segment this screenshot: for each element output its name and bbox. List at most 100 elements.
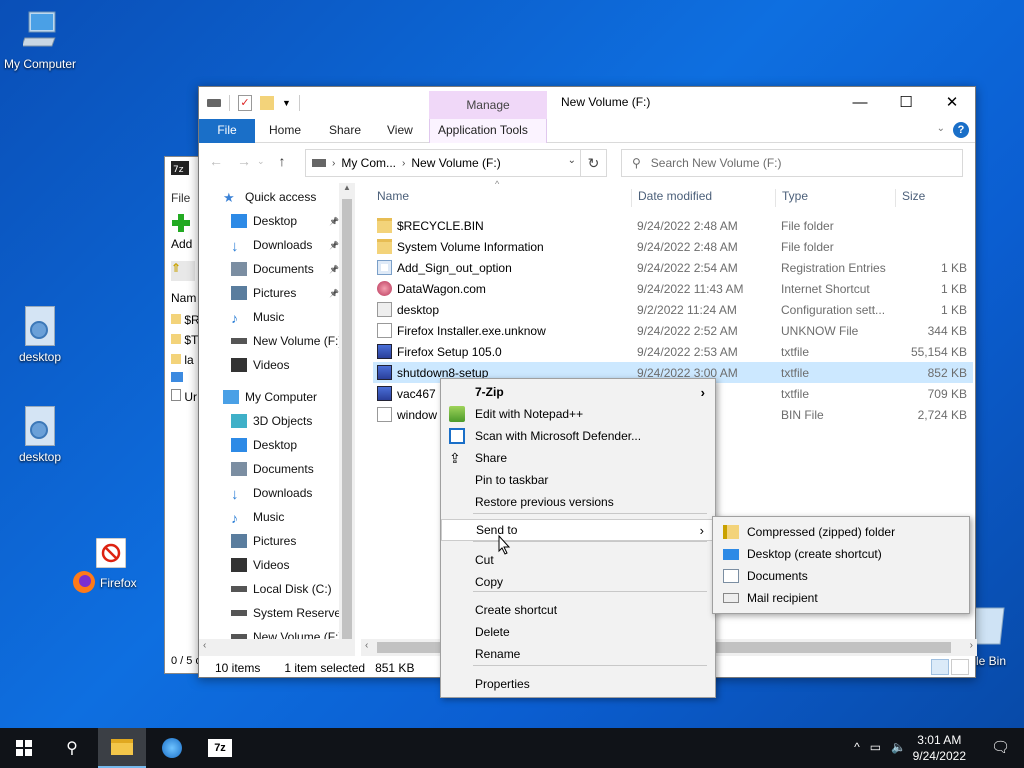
nav-item[interactable]: Videos xyxy=(231,353,289,377)
nav-item[interactable]: Documents 📌 xyxy=(231,257,339,281)
7zip-row[interactable]: Ur xyxy=(171,389,197,404)
nav-item[interactable]: Pictures 📌 xyxy=(231,281,339,305)
file-row[interactable]: Add_Sign_out_option 9/24/2022 2:54 AM Regi… xyxy=(373,257,973,278)
tab-file[interactable]: File xyxy=(199,119,255,143)
drive-icon[interactable] xyxy=(207,99,221,107)
7zip-row[interactable]: $T xyxy=(171,333,198,347)
send-to-item[interactable]: Desktop (create shortcut) xyxy=(713,543,969,565)
maximize-icon[interactable]: ☐ xyxy=(883,87,929,117)
file-row[interactable]: Firefox Installer.exe.unknow 9/24/2022 2:… xyxy=(373,320,973,341)
new-folder-icon[interactable] xyxy=(260,96,274,110)
context-menu-item[interactable]: Pin to taskbar xyxy=(441,469,715,491)
nav-item[interactable]: ↓ Downloads xyxy=(231,481,312,505)
network-icon[interactable]: ▭ xyxy=(870,740,881,754)
scroll-up-icon[interactable]: ▲ xyxy=(339,183,355,192)
minimize-icon[interactable]: — xyxy=(837,87,883,117)
nav-item[interactable]: System Reserved xyxy=(231,601,348,625)
tab-home[interactable]: Home xyxy=(261,119,309,143)
nav-item[interactable]: ↓ Downloads 📌 xyxy=(231,233,339,257)
context-menu-item[interactable]: Cut xyxy=(441,549,715,571)
chevron-up-icon[interactable]: ^ xyxy=(854,740,860,754)
nav-item[interactable]: Videos xyxy=(231,553,289,577)
desktop-icon-desktop-ini-2[interactable]: desktop xyxy=(0,406,80,464)
taskbar-7zip[interactable]: 7z xyxy=(196,728,244,768)
pin-icon[interactable]: 📌 xyxy=(329,241,339,250)
context-menu-item[interactable]: Create shortcut xyxy=(441,599,715,621)
file-row[interactable]: Firefox Setup 105.0 9/24/2022 2:53 AM txtf… xyxy=(373,341,973,362)
context-menu-item[interactable]: Delete xyxy=(441,621,715,643)
tab-application-tools[interactable]: Application Tools xyxy=(429,119,547,143)
context-menu-item[interactable]: Rename xyxy=(441,643,715,665)
7zip-add-label[interactable]: Add xyxy=(171,237,192,251)
7zip-row[interactable] xyxy=(171,371,183,385)
send-to-submenu[interactable]: Compressed (zipped) folder Desktop (creat… xyxy=(712,516,970,614)
nav-item[interactable]: My Computer xyxy=(223,385,317,409)
nav-item[interactable]: 3D Objects xyxy=(231,409,312,433)
nav-item[interactable]: Pictures xyxy=(231,529,296,553)
chevron-right-icon[interactable]: › xyxy=(402,158,405,169)
context-menu[interactable]: 7-Zip › Edit with Notepad++ Scan with Micro… xyxy=(440,378,716,698)
context-menu-item[interactable]: ⇪ Share xyxy=(441,447,715,469)
send-to-item[interactable]: Documents xyxy=(713,565,969,587)
volume-icon[interactable]: 🔈 xyxy=(891,740,906,754)
notification-icon[interactable]: 🗨 xyxy=(991,738,1010,756)
nav-hscrollbar[interactable]: ‹ xyxy=(199,639,355,656)
expand-ribbon-icon[interactable]: ⌄ xyxy=(937,123,945,134)
help-icon[interactable]: ? xyxy=(953,122,969,138)
close-icon[interactable]: ✕ xyxy=(929,87,975,117)
pin-icon[interactable]: 📌 xyxy=(329,265,339,274)
nav-item[interactable]: Desktop 📌 xyxy=(231,209,339,233)
col-type[interactable]: Type xyxy=(775,189,808,207)
context-menu-item[interactable]: Send to › xyxy=(441,519,715,541)
desktop-icon-my-computer[interactable]: My Computer xyxy=(0,10,80,71)
context-menu-item[interactable]: 7-Zip › xyxy=(441,381,715,403)
back-icon[interactable]: ← xyxy=(209,153,223,169)
pin-icon[interactable]: 📌 xyxy=(329,217,339,226)
nav-item[interactable]: Documents xyxy=(231,457,314,481)
search-button[interactable]: ⚲ xyxy=(48,728,96,768)
context-menu-item[interactable]: Copy xyxy=(441,571,715,593)
file-row[interactable]: desktop 9/2/2022 11:24 AM Configuration se… xyxy=(373,299,973,320)
taskbar-file-explorer[interactable] xyxy=(98,728,146,768)
tab-view[interactable]: View xyxy=(379,119,421,143)
tab-share[interactable]: Share xyxy=(321,119,369,143)
send-to-item[interactable]: Mail recipient xyxy=(713,587,969,609)
context-menu-item[interactable]: Properties xyxy=(441,673,715,695)
refresh-icon[interactable]: ↻ xyxy=(580,150,606,176)
add-icon[interactable] xyxy=(171,213,191,236)
desktop-icon-desktop-ini[interactable]: desktop xyxy=(0,306,80,364)
nav-item[interactable]: ♪ Music xyxy=(231,505,284,529)
clock[interactable]: 3:01 AM 9/24/2022 xyxy=(913,732,966,764)
details-view-icon[interactable] xyxy=(931,659,949,675)
large-icons-view-icon[interactable] xyxy=(951,659,969,675)
manage-context-tab[interactable]: Manage xyxy=(429,91,547,119)
scroll-down-icon[interactable]: ‹ xyxy=(203,640,206,651)
breadcrumb-new-volume[interactable]: New Volume (F:) xyxy=(411,156,500,170)
chevron-right-icon[interactable]: › xyxy=(332,158,335,169)
scroll-thumb[interactable] xyxy=(342,199,352,639)
recent-locations-icon[interactable]: ⌄ xyxy=(257,156,265,169)
context-menu-item[interactable]: Restore previous versions xyxy=(441,491,715,513)
7zip-row[interactable]: la xyxy=(171,353,194,367)
pin-icon[interactable]: 📌 xyxy=(329,289,339,298)
context-menu-item[interactable]: Scan with Microsoft Defender... xyxy=(441,425,715,447)
start-button[interactable] xyxy=(0,728,48,768)
chevron-down-icon[interactable]: ▼ xyxy=(282,98,291,108)
forward-icon[interactable]: → xyxy=(237,153,251,169)
address-bar[interactable]: › My Com... › New Volume (F:) ⌄ ↻ xyxy=(305,149,607,177)
col-name[interactable]: Name xyxy=(377,189,409,207)
7zip-menu-file[interactable]: File xyxy=(171,191,190,205)
col-size[interactable]: Size xyxy=(895,189,925,207)
taskbar-app[interactable] xyxy=(148,728,196,768)
nav-item[interactable]: ★ Quick access xyxy=(223,185,316,209)
context-menu-item[interactable]: Edit with Notepad++ xyxy=(441,403,715,425)
up-folder-icon[interactable]: ⇑ xyxy=(171,261,195,281)
7zip-row[interactable]: $R xyxy=(171,313,200,327)
search-input[interactable]: Search New Volume (F:) xyxy=(651,156,782,170)
navigation-pane[interactable]: ★ Quick access Desktop 📌 ↓ Downloads 📌 Document… xyxy=(199,183,355,641)
nav-item[interactable]: Desktop xyxy=(231,433,297,457)
up-icon[interactable]: ↑ xyxy=(279,153,286,169)
search-box[interactable]: ⚲ Search New Volume (F:) xyxy=(621,149,963,177)
nav-item[interactable]: ♪ Music xyxy=(231,305,284,329)
scroll-left-icon[interactable]: ‹ xyxy=(365,640,368,651)
